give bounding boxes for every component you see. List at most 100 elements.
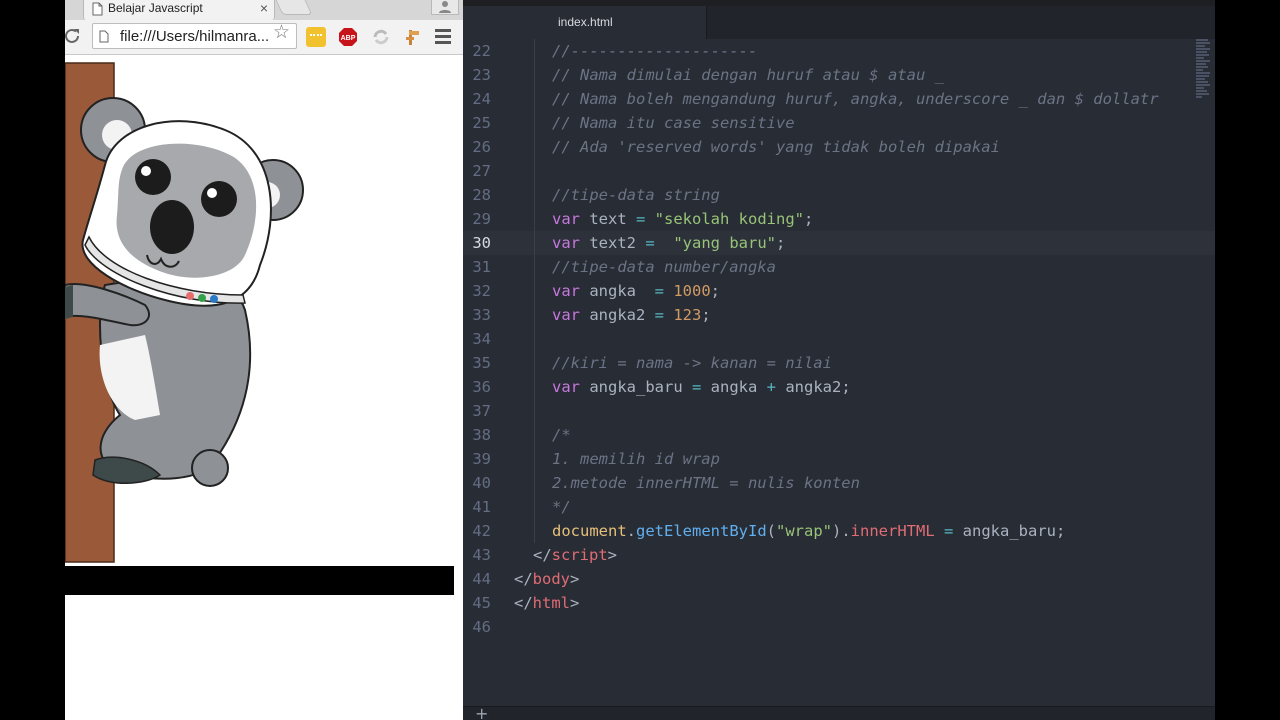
code-line[interactable]: 22 //--------------------: [463, 39, 1215, 63]
punctuation: ;: [776, 234, 786, 252]
line-number: 37: [472, 402, 491, 420]
code-comment: 2.metode innerHTML = nulis konten: [552, 474, 860, 492]
operator: =: [691, 378, 702, 396]
line-number: 26: [472, 138, 491, 156]
code-line[interactable]: 35 //kiri = nama -> kanan = nilai: [463, 351, 1215, 375]
sync-extension-icon[interactable]: [371, 27, 391, 47]
menu-icon[interactable]: [435, 29, 451, 44]
line-number: 29: [472, 210, 491, 228]
tag-bracket: </: [514, 594, 533, 612]
code-line[interactable]: 34: [463, 327, 1215, 351]
line-number: 30: [472, 234, 491, 252]
tag-bracket: >: [607, 546, 618, 564]
address-bar[interactable]: file:///Users/hilmanra...: [92, 23, 297, 49]
code-line[interactable]: 28 //tipe-data string: [463, 183, 1215, 207]
code-comment: // Ada 'reserved words' yang tidak boleh…: [552, 138, 1000, 156]
code-line[interactable]: 32 var angka = 1000;: [463, 279, 1215, 303]
operator: =: [636, 210, 646, 228]
line-number: 38: [472, 426, 491, 444]
operator: +: [766, 378, 776, 396]
code-comment: //tipe-data number/angka: [552, 258, 776, 276]
adblock-icon[interactable]: ABP: [338, 27, 358, 47]
object-name: document: [552, 522, 627, 540]
adblock-label: ABP: [341, 35, 356, 42]
identifier: text: [580, 210, 636, 228]
signpost-extension-icon[interactable]: [403, 27, 423, 47]
code-line[interactable]: 38 /*: [463, 423, 1215, 447]
close-tab-icon[interactable]: ×: [260, 0, 268, 16]
line-number: 25: [472, 114, 491, 132]
bookmark-star-icon[interactable]: ☆: [273, 23, 290, 43]
code-line[interactable]: 37: [463, 399, 1215, 423]
tag-bracket: >: [570, 594, 580, 612]
identifier: angka2: [580, 306, 655, 324]
code-line[interactable]: 42 document.getElementById("wrap").innerH…: [463, 519, 1215, 543]
punctuation: ;: [701, 306, 711, 324]
code-line[interactable]: 44 </body>: [463, 567, 1215, 591]
code-comment: */: [552, 498, 571, 516]
person-icon: [439, 1, 451, 13]
code-comment: //kiri = nama -> kanan = nilai: [552, 354, 832, 372]
operator: =: [645, 234, 655, 252]
identifier: angka_baru;: [962, 522, 1066, 540]
code-line[interactable]: 33 var angka2 = 123;: [463, 303, 1215, 327]
code-line-active[interactable]: 30 var text2 = "yang baru";: [463, 231, 1215, 255]
line-number: 27: [472, 162, 491, 180]
punctuation: .: [626, 522, 636, 540]
property-name: innerHTML: [850, 522, 935, 540]
line-number: 40: [472, 474, 491, 492]
code-comment: //--------------------: [552, 42, 758, 60]
line-number: 42: [472, 522, 491, 540]
add-panel-button[interactable]: +: [475, 704, 488, 720]
browser-toolbar: file:///Users/hilmanra... ☆ ABP: [65, 20, 463, 55]
line-number: 39: [472, 450, 491, 468]
code-line[interactable]: 41 */: [463, 495, 1215, 519]
number-literal: 123: [664, 306, 702, 324]
new-tab-button[interactable]: [275, 0, 313, 15]
code-line[interactable]: 31 //tipe-data number/angka: [463, 255, 1215, 279]
code-line[interactable]: 27: [463, 159, 1215, 183]
extension-icon[interactable]: [306, 27, 326, 47]
wrap-output-text: 1123: [69, 572, 100, 588]
line-number: 23: [472, 66, 491, 84]
code-line[interactable]: 26 // Ada 'reserved words' yang tidak bol…: [463, 135, 1215, 159]
code-comment: // Nama boleh mengandung huruf, angka, u…: [552, 90, 1159, 108]
code-line[interactable]: 36 var angka_baru = angka + angka2;: [463, 375, 1215, 399]
line-number: 32: [472, 282, 491, 300]
code-line[interactable]: 29 var text = "sekolah koding";: [463, 207, 1215, 231]
minimap[interactable]: [1196, 38, 1212, 178]
line-number: 31: [472, 258, 491, 276]
code-editor: index.html 22 //-------------------- 23 //…: [463, 0, 1215, 720]
identifier: angka2;: [776, 378, 851, 396]
operator: =: [654, 306, 664, 324]
wrap-content: 1123: [65, 566, 454, 595]
code-line[interactable]: 23 // Nama dimulai dengan huruf atau $ at…: [463, 63, 1215, 87]
browser-tabstrip: Belajar Javascript ×: [65, 0, 463, 20]
keyword: var: [552, 306, 580, 324]
code-line[interactable]: 24 // Nama boleh mengandung huruf, angka,…: [463, 87, 1215, 111]
identifier: angka_baru: [580, 378, 692, 396]
browser-tab[interactable]: Belajar Javascript ×: [83, 0, 275, 20]
browser-tab-title: Belajar Javascript: [108, 1, 203, 15]
reload-icon[interactable]: [65, 27, 81, 45]
punctuation: ;: [803, 210, 814, 228]
code-line[interactable]: 46: [463, 615, 1215, 639]
profile-button[interactable]: [431, 0, 459, 15]
status-bar: +: [463, 704, 1215, 720]
code-line[interactable]: 25 // Nama itu case sensitive: [463, 111, 1215, 135]
page-viewport: 1123: [65, 55, 463, 720]
line-number: 24: [472, 90, 491, 108]
string-literal: "sekolah koding": [645, 210, 804, 228]
tag-name: html: [532, 594, 570, 612]
line-number: 45: [472, 594, 491, 612]
code-comment: 1. memilih id wrap: [552, 450, 720, 468]
keyword: var: [552, 210, 580, 228]
line-number: 33: [472, 306, 491, 324]
code-line[interactable]: 43 </script>: [463, 543, 1215, 567]
line-number: 22: [472, 42, 491, 60]
code-line[interactable]: 40 2.metode innerHTML = nulis konten: [463, 471, 1215, 495]
function-name: getElementById: [636, 522, 767, 540]
code-line[interactable]: 45 </html>: [463, 591, 1215, 615]
file-tab-index-html[interactable]: index.html: [463, 6, 707, 39]
code-line[interactable]: 39 1. memilih id wrap: [463, 447, 1215, 471]
